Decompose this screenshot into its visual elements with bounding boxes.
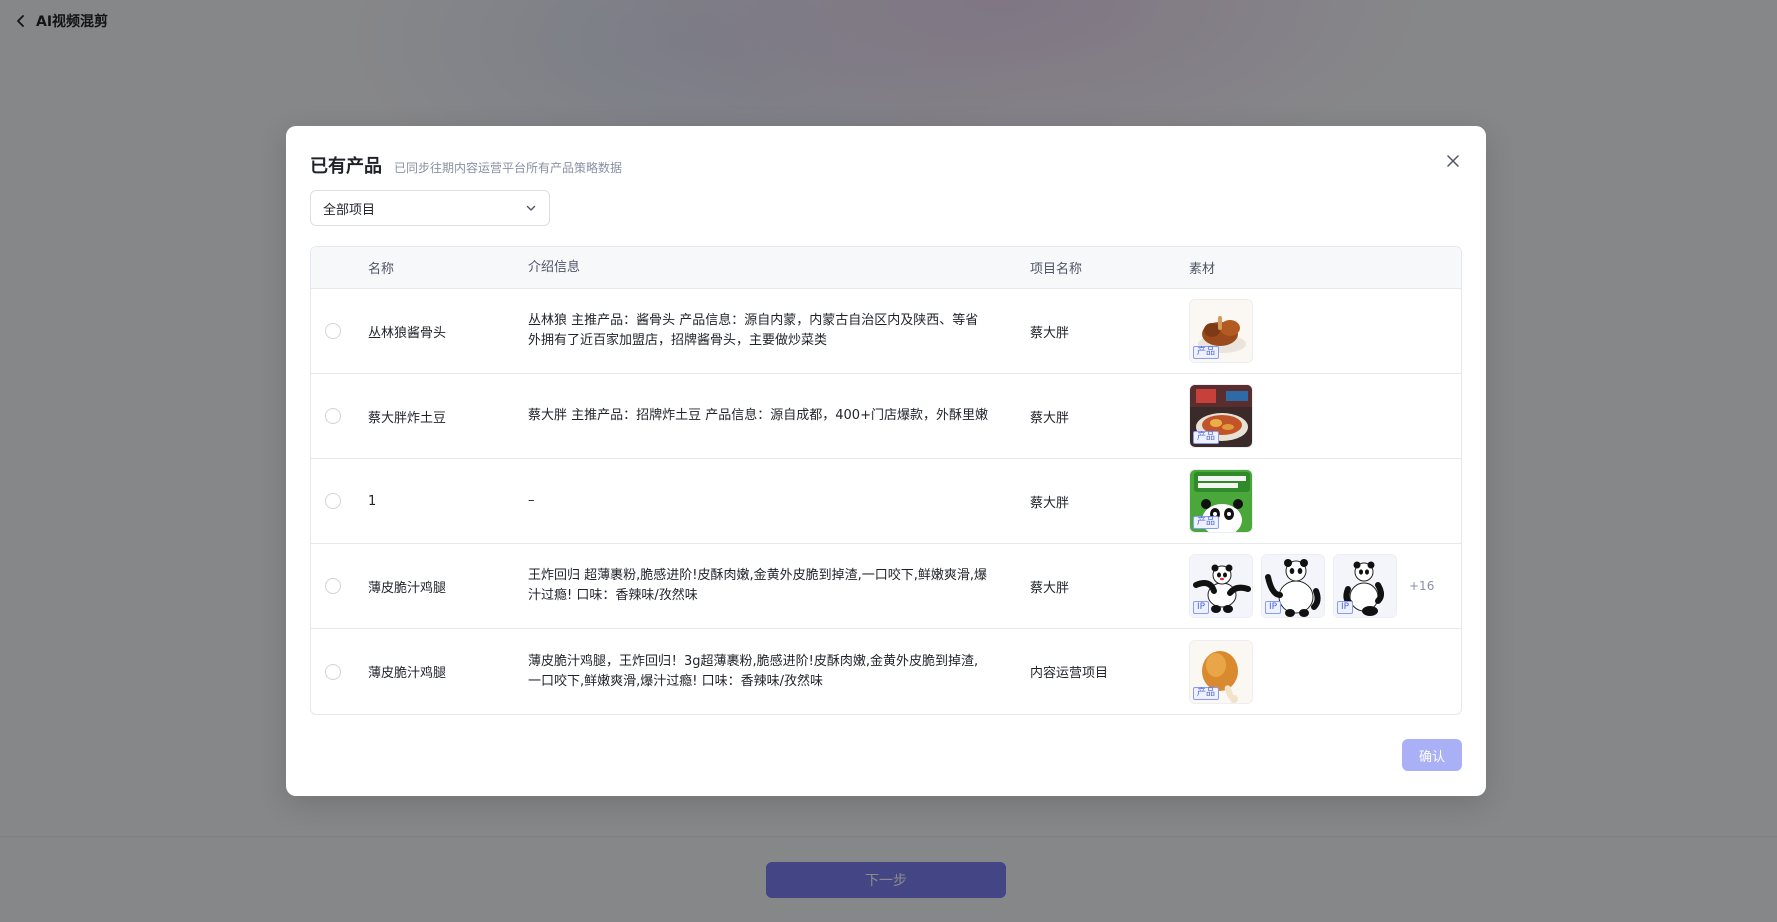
column-header-intro: 介绍信息 [528,259,581,275]
row-name: 薄皮脆汁鸡腿 [368,666,447,681]
media-tag: 产品 [1193,686,1220,700]
column-header-name: 名称 [368,262,395,277]
close-button[interactable] [1444,152,1462,170]
media-thumbnail[interactable]: IP [1333,554,1397,618]
row-project: 蔡大胖 [1030,495,1070,511]
modal-header: 已有产品 已同步往期内容运营平台所有产品策略数据 [310,152,1462,178]
row-intro: 丛林狼 主推产品：酱骨头 产品信息：源自内蒙，内蒙古自治区内及陕西、等省外拥有了… [528,313,979,348]
row-intro: 蔡大胖 主推产品：招牌炸土豆 产品信息：源自成都，400+门店爆款，外酥里嫩 [528,408,988,423]
media-tag: IP [1265,601,1282,614]
column-header-media: 素材 [1189,262,1216,277]
column-header-project: 项目名称 [1030,262,1083,277]
table-row[interactable]: 薄皮脆汁鸡腿 薄皮脆汁鸡腿，王炸回归！3g超薄裹粉,脆感进阶!皮酥肉嫩,金黄外皮… [311,629,1461,714]
project-filter-select[interactable]: 全部项目 [310,190,550,226]
row-project: 内容运营项目 [1030,666,1109,681]
project-filter-value: 全部项目 [323,202,376,218]
product-table: 名称 介绍信息 项目名称 素材 丛林狼酱骨头 丛林狼 主推产品：酱骨头 产品信息… [310,246,1462,715]
media-thumbnail[interactable]: IP [1261,554,1325,618]
media-thumbnail[interactable]: 产品 [1189,384,1253,448]
close-icon [1447,155,1459,167]
more-media-count[interactable]: +16 [1409,579,1434,593]
table-row[interactable]: 丛林狼酱骨头 丛林狼 主推产品：酱骨头 产品信息：源自内蒙，内蒙古自治区内及陕西… [311,289,1461,374]
row-name: 薄皮脆汁鸡腿 [368,580,447,596]
confirm-button[interactable]: 确认 [1402,739,1462,771]
row-radio[interactable] [325,323,341,339]
row-project: 蔡大胖 [1030,410,1070,426]
row-project: 蔡大胖 [1030,325,1070,341]
media-tag: IP [1193,601,1210,614]
media-tag: IP [1337,601,1354,614]
table-row[interactable]: 蔡大胖炸土豆 蔡大胖 主推产品：招牌炸土豆 产品信息：源自成都，400+门店爆款… [311,374,1461,459]
row-name: 1 [368,493,377,509]
modal-title: 已有产品 [310,156,382,177]
row-intro: – [528,493,535,508]
row-radio[interactable] [325,578,341,594]
row-radio[interactable] [325,408,341,424]
row-intro: 王炸回归 超薄裹粉,脆感进阶!皮酥肉嫩,金黄外皮脆到掉渣,一口咬下,鲜嫩爽滑,爆… [528,568,988,603]
row-radio[interactable] [325,493,341,509]
chevron-down-icon [526,205,536,211]
row-intro: 薄皮脆汁鸡腿，王炸回归！3g超薄裹粉,脆感进阶!皮酥肉嫩,金黄外皮脆到掉渣,一口… [528,653,979,689]
media-tag: 产品 [1193,346,1220,359]
media-thumbnail[interactable]: 产品 [1189,299,1253,363]
media-thumbnail[interactable]: 产品 [1189,639,1253,704]
product-modal: 已有产品 已同步往期内容运营平台所有产品策略数据 全部项目 名称 介绍信息 项目… [286,126,1486,796]
media-tag: 产品 [1193,431,1220,444]
media-thumbnail[interactable]: 产品 [1189,469,1253,533]
table-row[interactable]: 1 – 蔡大胖 产品 [311,459,1461,544]
media-tag: 产品 [1193,516,1220,529]
media-thumbnail[interactable]: IP [1189,554,1253,618]
row-name: 蔡大胖炸土豆 [368,410,447,426]
table-row[interactable]: 薄皮脆汁鸡腿 王炸回归 超薄裹粉,脆感进阶!皮酥肉嫩,金黄外皮脆到掉渣,一口咬下… [311,544,1461,629]
table-header: 名称 介绍信息 项目名称 素材 [311,247,1461,289]
row-project: 蔡大胖 [1030,580,1070,596]
modal-subtitle: 已同步往期内容运营平台所有产品策略数据 [394,161,623,175]
row-name: 丛林狼酱骨头 [368,325,447,341]
row-radio[interactable] [325,663,341,680]
